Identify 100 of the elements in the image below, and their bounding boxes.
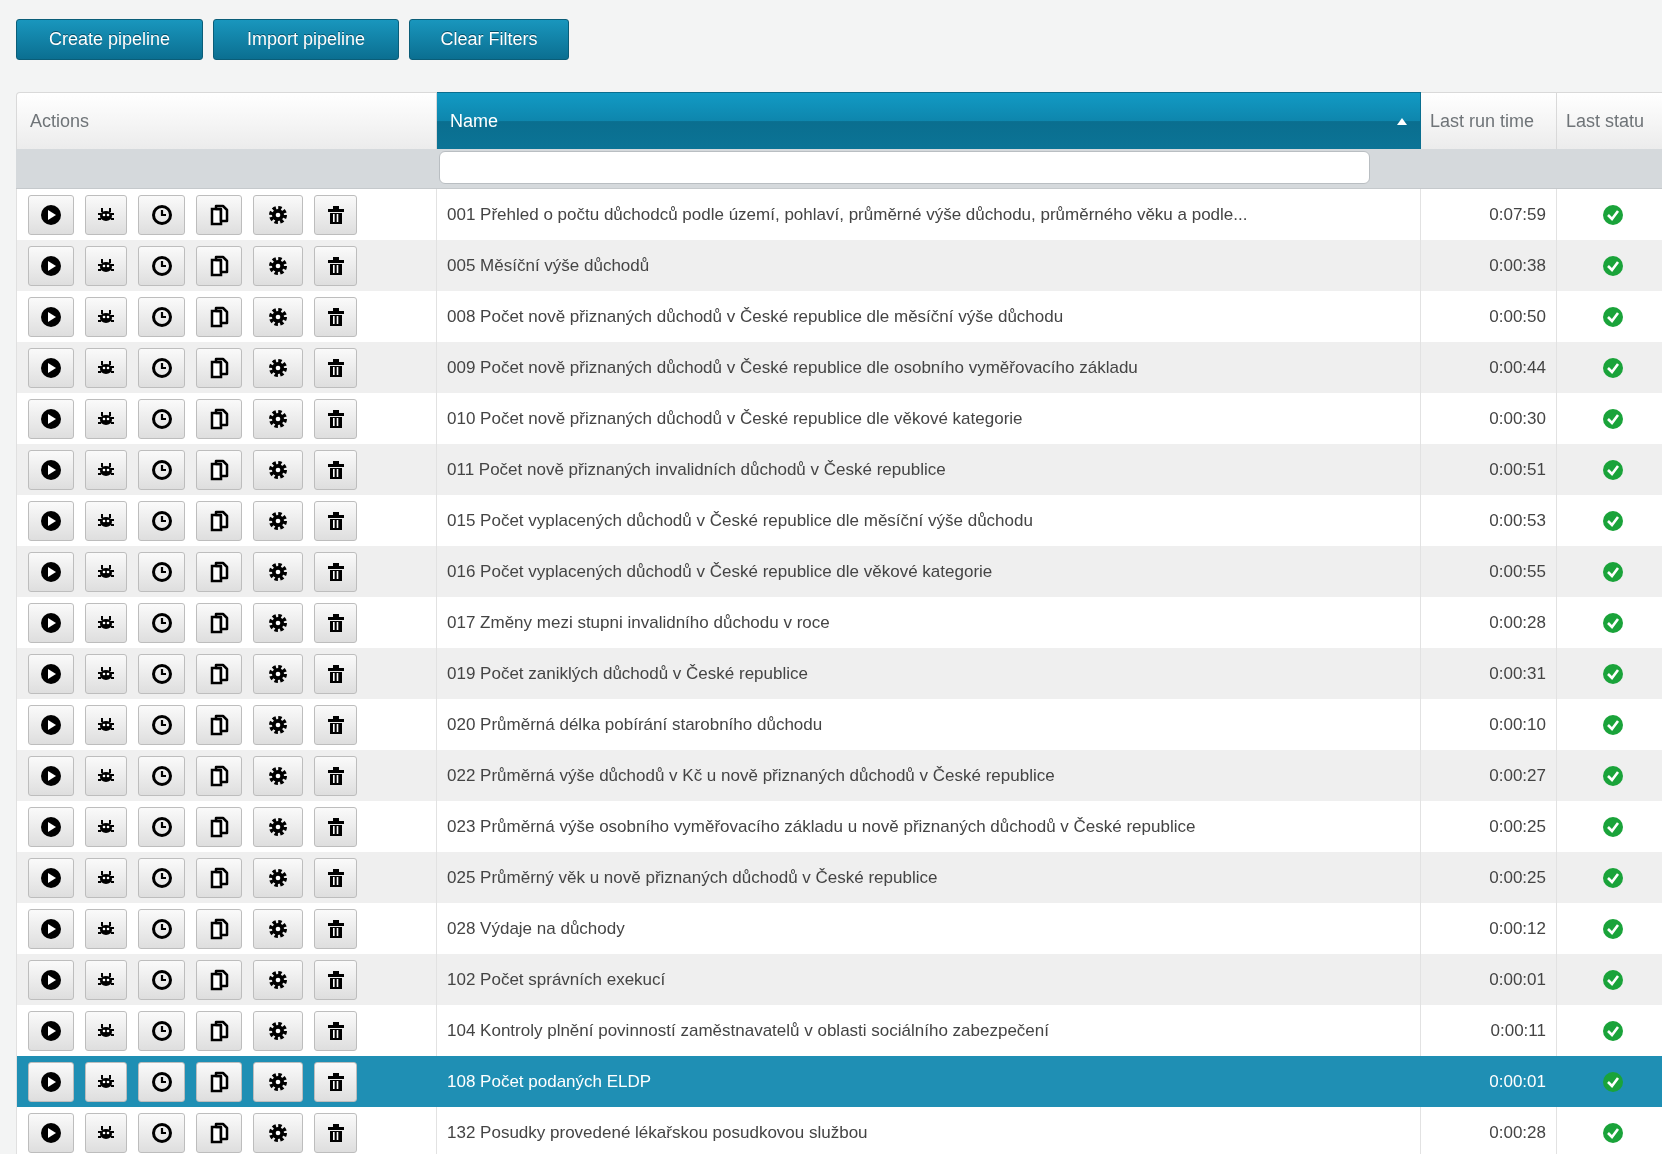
pipeline-name[interactable]: 132 Posudky provedené lékařskou posudkovou službou bbox=[437, 1107, 1421, 1154]
run-button[interactable] bbox=[28, 296, 74, 337]
schedule-button[interactable] bbox=[138, 704, 185, 745]
schedule-button[interactable] bbox=[138, 857, 185, 898]
settings-button[interactable] bbox=[253, 602, 303, 643]
debug-button[interactable] bbox=[85, 602, 127, 643]
run-button[interactable] bbox=[28, 1010, 74, 1051]
settings-button[interactable] bbox=[253, 245, 303, 286]
settings-button[interactable] bbox=[253, 347, 303, 388]
pipeline-name[interactable]: 001 Přehled o počtu důchodců podle území, pohlaví, průměrné výše důchodu, průměrného věku a podle... bbox=[437, 189, 1421, 240]
debug-button[interactable] bbox=[85, 806, 127, 847]
debug-button[interactable] bbox=[85, 245, 127, 286]
run-button[interactable] bbox=[28, 959, 74, 1000]
schedule-button[interactable] bbox=[138, 806, 185, 847]
run-button[interactable] bbox=[28, 347, 74, 388]
debug-button[interactable] bbox=[85, 194, 127, 235]
copy-button[interactable] bbox=[196, 602, 242, 643]
debug-button[interactable] bbox=[85, 1112, 127, 1153]
delete-button[interactable] bbox=[314, 1061, 357, 1102]
run-button[interactable] bbox=[28, 704, 74, 745]
schedule-button[interactable] bbox=[138, 194, 185, 235]
schedule-button[interactable] bbox=[138, 602, 185, 643]
schedule-button[interactable] bbox=[138, 398, 185, 439]
settings-button[interactable] bbox=[253, 449, 303, 490]
debug-button[interactable] bbox=[85, 755, 127, 796]
name-header[interactable]: Name bbox=[450, 110, 498, 132]
pipeline-name[interactable]: 025 Průměrný věk u nově přiznaných důchodů v České republice bbox=[437, 852, 1421, 903]
delete-button[interactable] bbox=[314, 245, 357, 286]
copy-button[interactable] bbox=[196, 245, 242, 286]
debug-button[interactable] bbox=[85, 704, 127, 745]
settings-button[interactable] bbox=[253, 1010, 303, 1051]
run-button[interactable] bbox=[28, 857, 74, 898]
copy-button[interactable] bbox=[196, 1112, 242, 1153]
delete-button[interactable] bbox=[314, 857, 357, 898]
settings-button[interactable] bbox=[253, 959, 303, 1000]
debug-button[interactable] bbox=[85, 959, 127, 1000]
delete-button[interactable] bbox=[314, 653, 357, 694]
pipeline-name[interactable]: 011 Počet nově přiznaných invalidních důchodů v České republice bbox=[437, 444, 1421, 495]
pipeline-name[interactable]: 010 Počet nově přiznaných důchodů v České republice dle věkové kategorie bbox=[437, 393, 1421, 444]
settings-button[interactable] bbox=[253, 296, 303, 337]
delete-button[interactable] bbox=[314, 551, 357, 592]
delete-button[interactable] bbox=[314, 602, 357, 643]
copy-button[interactable] bbox=[196, 194, 242, 235]
pipeline-name[interactable]: 015 Počet vyplacených důchodů v České republice dle měsíční výše důchodu bbox=[437, 495, 1421, 546]
settings-button[interactable] bbox=[253, 806, 303, 847]
delete-button[interactable] bbox=[314, 449, 357, 490]
delete-button[interactable] bbox=[314, 1112, 357, 1153]
copy-button[interactable] bbox=[196, 857, 242, 898]
run-button[interactable] bbox=[28, 908, 74, 949]
debug-button[interactable] bbox=[85, 551, 127, 592]
pipeline-name[interactable]: 022 Průměrná výše důchodů v Kč u nově přiznaných důchodů v České republice bbox=[437, 750, 1421, 801]
run-button[interactable] bbox=[28, 1061, 74, 1102]
debug-button[interactable] bbox=[85, 500, 127, 541]
settings-button[interactable] bbox=[253, 755, 303, 796]
settings-button[interactable] bbox=[253, 194, 303, 235]
run-button[interactable] bbox=[28, 449, 74, 490]
delete-button[interactable] bbox=[314, 347, 357, 388]
debug-button[interactable] bbox=[85, 347, 127, 388]
schedule-button[interactable] bbox=[138, 347, 185, 388]
schedule-button[interactable] bbox=[138, 959, 185, 1000]
copy-button[interactable] bbox=[196, 704, 242, 745]
settings-button[interactable] bbox=[253, 653, 303, 694]
toolbar-button[interactable]: Clear Filters bbox=[409, 19, 569, 60]
debug-button[interactable] bbox=[85, 296, 127, 337]
delete-button[interactable] bbox=[314, 398, 357, 439]
delete-button[interactable] bbox=[314, 755, 357, 796]
delete-button[interactable] bbox=[314, 1010, 357, 1051]
settings-button[interactable] bbox=[253, 908, 303, 949]
pipeline-name[interactable]: 023 Průměrná výše osobního vyměřovacího základu u nově přiznaných důchodů v České republice bbox=[437, 801, 1421, 852]
pipeline-name[interactable]: 104 Kontroly plnění povinností zaměstnavatelů v oblasti sociálního zabezpečení bbox=[437, 1005, 1421, 1056]
run-button[interactable] bbox=[28, 194, 74, 235]
copy-button[interactable] bbox=[196, 347, 242, 388]
run-button[interactable] bbox=[28, 602, 74, 643]
schedule-button[interactable] bbox=[138, 755, 185, 796]
debug-button[interactable] bbox=[85, 398, 127, 439]
debug-button[interactable] bbox=[85, 908, 127, 949]
pipeline-name[interactable]: 009 Počet nově přiznaných důchodů v České republice dle osobního vyměřovacího základu bbox=[437, 342, 1421, 393]
last-run-time-header[interactable]: Last run time bbox=[1421, 92, 1557, 149]
schedule-button[interactable] bbox=[138, 449, 185, 490]
actions-header[interactable]: Actions bbox=[16, 92, 437, 149]
copy-button[interactable] bbox=[196, 653, 242, 694]
settings-button[interactable] bbox=[253, 857, 303, 898]
delete-button[interactable] bbox=[314, 500, 357, 541]
delete-button[interactable] bbox=[314, 194, 357, 235]
delete-button[interactable] bbox=[314, 959, 357, 1000]
copy-button[interactable] bbox=[196, 551, 242, 592]
pipeline-name[interactable]: 017 Změny mezi stupni invalidního důchodu v roce bbox=[437, 597, 1421, 648]
delete-button[interactable] bbox=[314, 296, 357, 337]
schedule-button[interactable] bbox=[138, 551, 185, 592]
pipeline-name[interactable]: 102 Počet správních exekucí bbox=[437, 954, 1421, 1005]
settings-button[interactable] bbox=[253, 704, 303, 745]
copy-button[interactable] bbox=[196, 1061, 242, 1102]
copy-button[interactable] bbox=[196, 806, 242, 847]
copy-button[interactable] bbox=[196, 398, 242, 439]
settings-button[interactable] bbox=[253, 398, 303, 439]
copy-button[interactable] bbox=[196, 755, 242, 796]
run-button[interactable] bbox=[28, 806, 74, 847]
copy-button[interactable] bbox=[196, 1010, 242, 1051]
settings-button[interactable] bbox=[253, 1112, 303, 1153]
pipeline-name[interactable]: 028 Výdaje na důchody bbox=[437, 903, 1421, 954]
